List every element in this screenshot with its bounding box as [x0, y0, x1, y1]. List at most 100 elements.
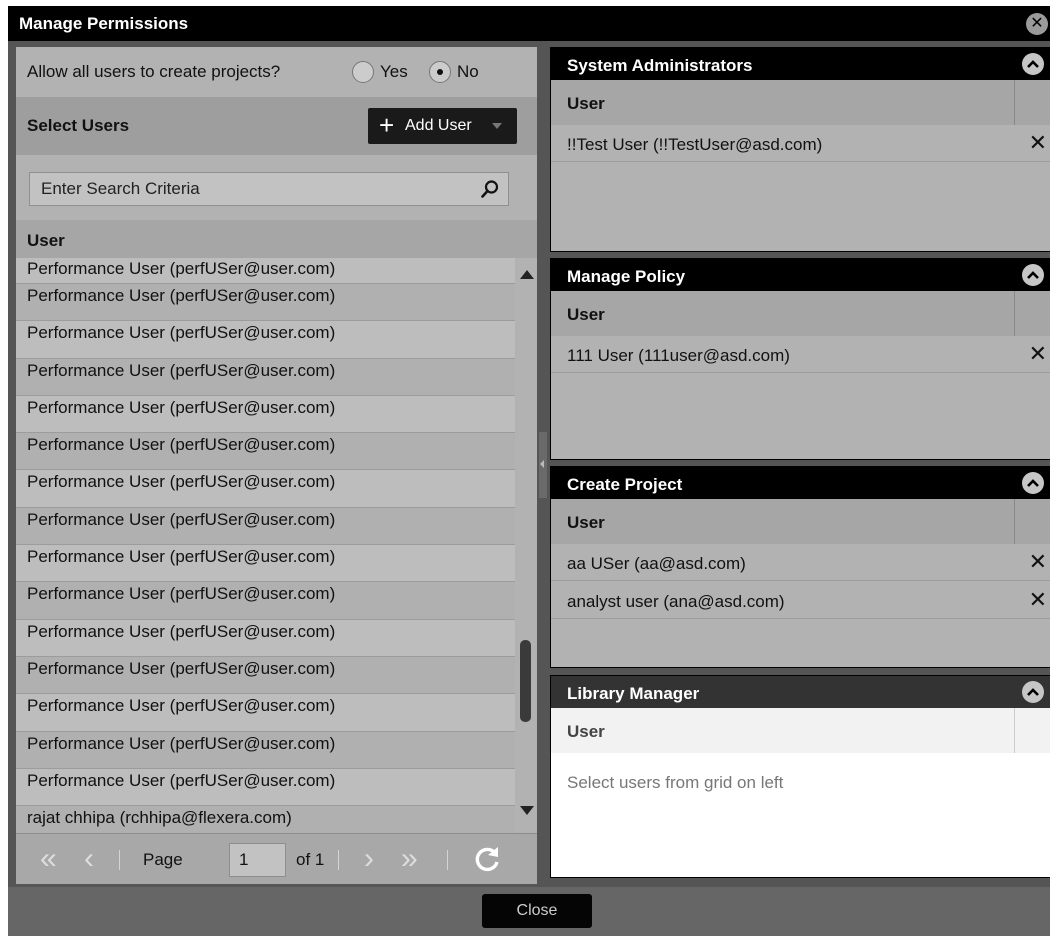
allow-create-projects-row: Allow all users to create projects? Yes … — [16, 47, 537, 97]
panel-column-header: User — [551, 499, 1050, 544]
allow-no-label[interactable]: No — [457, 62, 479, 82]
add-user-button[interactable]: + Add User — [368, 108, 517, 144]
assigned-user-name: 111 User (111user@asd.com) — [567, 346, 790, 365]
remove-user-icon[interactable]: ✕ — [1029, 549, 1047, 575]
assigned-user-row[interactable]: !!Test User (!!TestUser@asd.com) ✕ — [551, 125, 1050, 162]
table-row[interactable]: Performance User (perfUSer@user.com) — [16, 321, 515, 359]
users-grid-scrollbar[interactable] — [515, 258, 537, 833]
allow-yes-radio[interactable] — [352, 61, 374, 83]
empty-state-text: Select users from grid on left — [567, 773, 784, 792]
dialog-close-icon[interactable]: ✕ — [1026, 13, 1048, 35]
table-row[interactable]: Performance User (perfUSer@user.com) — [16, 507, 515, 546]
assigned-user-name: !!Test User (!!TestUser@asd.com) — [567, 135, 823, 154]
column-divider — [1014, 291, 1015, 336]
table-row[interactable]: Performance User (perfUSer@user.com) — [16, 258, 515, 284]
table-row[interactable]: rajat chhipa (rchhipa@flexera.com) — [16, 806, 515, 833]
create-project-panel: Create Project User aa USer (aa@asd.com)… — [550, 466, 1050, 668]
users-grid-body: Performance User (perfUSer@user.com) Perf… — [16, 258, 515, 833]
panel-header: Create Project — [551, 467, 1050, 499]
table-row[interactable]: Performance User (perfUSer@user.com) — [16, 731, 515, 769]
remove-user-icon[interactable]: ✕ — [1029, 130, 1047, 156]
dialog-title: Manage Permissions — [19, 14, 189, 33]
first-page-icon[interactable]: « — [40, 844, 57, 874]
last-page-icon[interactable]: » — [401, 844, 418, 874]
table-row[interactable]: Performance User (perfUSer@user.com) — [16, 619, 515, 657]
scroll-up-icon[interactable] — [520, 270, 534, 279]
column-divider — [1014, 708, 1015, 753]
panel-title: System Administrators — [567, 56, 753, 75]
panel-title: Manage Policy — [567, 267, 686, 286]
table-row[interactable]: Performance User (perfUSer@user.com) — [16, 694, 515, 732]
plus-icon: + — [379, 110, 395, 140]
page-number-input[interactable]: 1 — [229, 843, 286, 877]
search-box — [29, 172, 509, 206]
users-grid-column-user[interactable]: User — [27, 231, 65, 251]
table-row[interactable]: Performance User (perfUSer@user.com) — [16, 768, 515, 807]
table-row[interactable]: Performance User (perfUSer@user.com) — [16, 582, 515, 620]
library-manager-panel: Library Manager User Select users from g… — [550, 675, 1050, 878]
search-input[interactable] — [30, 173, 470, 205]
pager-of-label: of 1 — [296, 850, 325, 869]
table-row[interactable]: Performance User (perfUSer@user.com) — [16, 545, 515, 583]
select-users-panel: Allow all users to create projects? Yes … — [16, 47, 537, 884]
refresh-icon[interactable] — [473, 845, 501, 873]
select-users-title: Select Users — [27, 116, 130, 135]
manage-permissions-dialog: Manage Permissions ✕ Allow all users to … — [8, 6, 1050, 936]
table-row[interactable]: Performance User (perfUSer@user.com) — [16, 470, 515, 508]
panel-title: Create Project — [567, 475, 683, 494]
prev-page-icon[interactable]: ‹ — [84, 844, 94, 874]
dialog-titlebar: Manage Permissions ✕ — [8, 6, 1050, 41]
panel-title: Library Manager — [567, 684, 700, 703]
table-row[interactable]: Performance User (perfUSer@user.com) — [16, 358, 515, 396]
pager-separator — [338, 850, 339, 870]
next-page-icon[interactable]: › — [364, 844, 374, 874]
panel-column-user[interactable]: User — [567, 513, 605, 533]
collapse-chevron-up-icon[interactable] — [1022, 472, 1044, 494]
table-row[interactable]: Performance User (perfUSer@user.com) — [16, 395, 515, 434]
panel-column-header: User — [551, 291, 1050, 336]
collapse-chevron-up-icon[interactable] — [1022, 681, 1044, 703]
collapse-chevron-up-icon[interactable] — [1022, 53, 1044, 75]
table-row[interactable]: Performance User (perfUSer@user.com) — [16, 284, 515, 322]
panel-header: System Administrators — [551, 48, 1050, 80]
assigned-user-row[interactable]: 111 User (111user@asd.com) ✕ — [551, 336, 1050, 373]
panel-column-user[interactable]: User — [567, 305, 605, 325]
remove-user-icon[interactable]: ✕ — [1029, 341, 1047, 367]
table-row[interactable]: Performance User (perfUSer@user.com) — [16, 433, 515, 471]
panel-header: Library Manager — [551, 676, 1050, 708]
assigned-user-row[interactable]: aa USer (aa@asd.com) ✕ — [551, 544, 1050, 581]
dialog-footer: Close — [8, 887, 1050, 936]
pager-separator — [447, 850, 448, 870]
assigned-user-name: analyst user (ana@asd.com) — [567, 592, 785, 611]
search-icon[interactable] — [480, 179, 500, 199]
column-divider — [1014, 80, 1015, 125]
table-row[interactable]: Performance User (perfUSer@user.com) — [16, 656, 515, 695]
remove-user-icon[interactable]: ✕ — [1029, 587, 1047, 613]
pager-separator — [119, 850, 120, 870]
column-divider — [1014, 499, 1015, 544]
manage-policy-panel: Manage Policy User 111 User (111user@asd… — [550, 258, 1050, 460]
users-grid-header: User — [16, 220, 537, 258]
panel-column-header: User — [551, 80, 1050, 125]
system-administrators-panel: System Administrators User !!Test User (… — [550, 47, 1050, 252]
panel-column-user[interactable]: User — [567, 722, 605, 742]
add-user-label: Add User — [405, 117, 472, 134]
scroll-thumb[interactable] — [520, 640, 531, 722]
close-button[interactable]: Close — [482, 894, 592, 928]
dropdown-caret-icon[interactable] — [492, 123, 502, 129]
panel-header: Manage Policy — [551, 259, 1050, 291]
scroll-down-icon[interactable] — [520, 806, 534, 815]
allow-no-radio[interactable] — [429, 61, 451, 83]
collapse-chevron-up-icon[interactable] — [1022, 264, 1044, 286]
collapse-left-arrow-icon — [540, 460, 544, 468]
assigned-user-row[interactable]: analyst user (ana@asd.com) ✕ — [551, 582, 1050, 619]
pager-page-label: Page — [143, 850, 183, 869]
assigned-user-name: aa USer (aa@asd.com) — [567, 554, 746, 573]
panel-column-header: User — [551, 708, 1050, 753]
allow-create-question: Allow all users to create projects? — [27, 62, 281, 81]
allow-yes-label[interactable]: Yes — [380, 62, 408, 82]
panel-splitter-handle[interactable] — [539, 432, 547, 498]
select-users-header: Select Users + Add User — [16, 97, 537, 155]
panel-column-user[interactable]: User — [567, 94, 605, 114]
pager: « ‹ Page 1 of 1 › » — [16, 833, 537, 884]
